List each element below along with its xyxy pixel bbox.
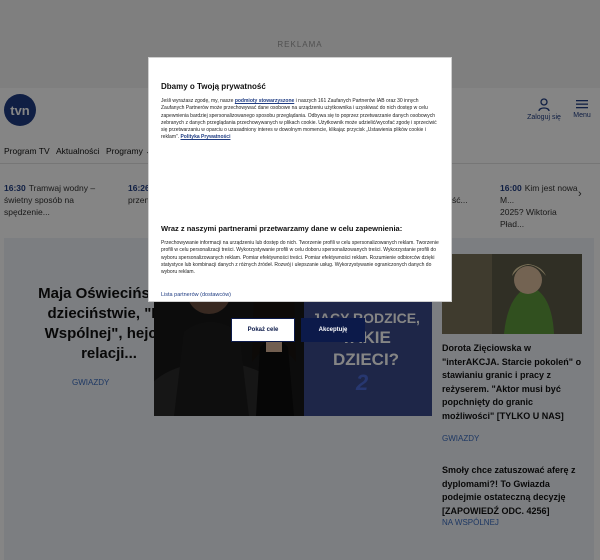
page: REKLAMA tvn Zaloguj się Menu Program TV … bbox=[0, 0, 600, 560]
dialog-title: Dbamy o Twoją prywatność bbox=[161, 82, 266, 91]
accept-button[interactable]: Akceptuję bbox=[301, 318, 365, 342]
vendors-list-link[interactable]: Lista partnerów (dostawców) bbox=[161, 292, 231, 298]
dialog-subheading: Wraz z naszymi partnerami przetwarzamy d… bbox=[161, 224, 403, 233]
dialog-purposes-text: Przechowywanie informacji na urządzeniu … bbox=[161, 240, 439, 276]
intro-text-a: Jeśli wyrażasz zgodę, my, nasze bbox=[161, 98, 235, 104]
cookie-consent-dialog: Dbamy o Twoją prywatność Jeśli wyrażasz … bbox=[148, 57, 452, 342]
affiliates-link[interactable]: podmioty stowarzyszone bbox=[235, 98, 294, 104]
show-purposes-button[interactable]: Pokaż cele bbox=[231, 318, 295, 342]
privacy-policy-link[interactable]: Polityka Prywatności bbox=[180, 134, 230, 140]
dialog-intro-text: Jeśli wyrażasz zgodę, my, nasze podmioty… bbox=[161, 98, 443, 142]
